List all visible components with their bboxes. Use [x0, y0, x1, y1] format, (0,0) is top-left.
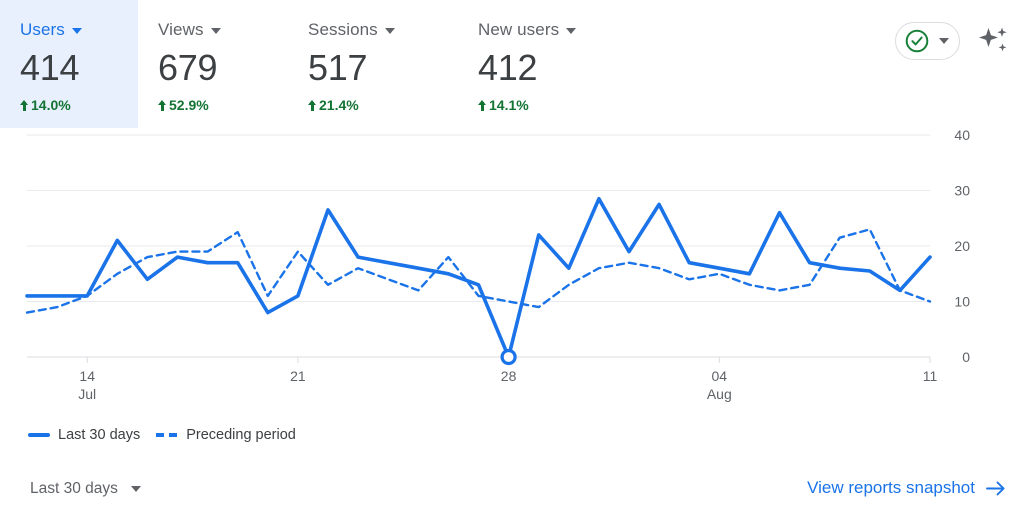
x-axis-tick-label-day: 28 [501, 368, 517, 384]
legend-label: Last 30 days [58, 427, 141, 443]
metric-card-sessions[interactable]: Sessions 517 21.4% [288, 0, 458, 128]
chevron-down-icon [71, 28, 82, 34]
trend-up-arrow-icon [158, 99, 167, 111]
view-reports-snapshot-label: View reports snapshot [807, 478, 975, 497]
y-axis-tick-label: 0 [962, 349, 970, 365]
metric-label: New users [478, 20, 560, 39]
metric-delta-value: 14.0% [31, 97, 71, 113]
data-quality-status-button[interactable] [895, 22, 960, 60]
chevron-down-icon [566, 28, 577, 34]
trend-up-arrow-icon [308, 99, 317, 111]
y-axis-tick-label: 20 [954, 238, 970, 254]
metric-delta: 52.9% [158, 96, 270, 114]
metric-label: Views [158, 20, 204, 39]
chart-series-preceding-period [25, 228, 932, 314]
chart-series-last-30-days [25, 197, 932, 359]
metric-delta-value: 52.9% [169, 97, 209, 113]
metric-label: Users [20, 20, 65, 39]
metric-delta: 14.1% [478, 96, 616, 114]
x-axis-tick-label-month: Jul [78, 386, 96, 402]
chevron-down-icon [939, 38, 949, 44]
y-axis-tick-label: 10 [954, 294, 970, 310]
x-axis-tick-label-day: 11 [923, 368, 938, 384]
metric-label: Sessions [308, 20, 378, 39]
check-circle-green-icon [904, 28, 930, 54]
analytics-overview-card: Users 414 14.0% Views 679 52.9% Sessions 517 21.… [0, 0, 1024, 513]
legend-swatch-solid-icon [28, 433, 50, 437]
chevron-down-icon [210, 28, 221, 34]
metric-title-row[interactable]: Sessions [308, 20, 440, 40]
chevron-down-icon [384, 28, 395, 34]
y-axis-tick-label: 40 [954, 128, 970, 143]
metric-delta-value: 21.4% [319, 97, 359, 113]
card-footer: Last 30 days View reports snapshot [0, 470, 1024, 513]
legend-label: Preceding period [186, 427, 296, 443]
metric-card-views[interactable]: Views 679 52.9% [138, 0, 288, 128]
top-right-controls [895, 22, 1010, 60]
trend-chart-svg: 0 10 20 30 40 14 Jul 21 28 04 Aug 11 [25, 128, 970, 402]
x-axis-tick-label-day: 04 [712, 368, 728, 384]
date-range-label: Last 30 days [30, 480, 118, 497]
x-axis-tick-label-day: 14 [79, 368, 95, 384]
chevron-down-icon [130, 486, 141, 492]
metric-card-new-users[interactable]: New users 412 14.1% [458, 0, 634, 128]
legend-item-solid[interactable]: Last 30 days [28, 427, 140, 443]
x-axis-tick-label-day: 21 [290, 368, 306, 384]
metric-cards-strip: Users 414 14.0% Views 679 52.9% Sessions 517 21.… [0, 0, 1024, 128]
date-range-selector[interactable]: Last 30 days [30, 480, 141, 498]
view-reports-snapshot-link[interactable]: View reports snapshot [807, 478, 1006, 498]
trend-up-arrow-icon [20, 99, 29, 111]
metric-card-users[interactable]: Users 414 14.0% [0, 0, 138, 128]
metric-title-row[interactable]: New users [478, 20, 616, 40]
metric-value: 679 [158, 47, 218, 88]
metric-value: 517 [308, 47, 368, 88]
metric-value: 412 [478, 47, 538, 88]
chart-legend: Last 30 days Preceding period [28, 427, 296, 443]
legend-swatch-dashed-icon [156, 433, 178, 437]
metric-delta: 21.4% [308, 96, 440, 114]
chart-data-point-marker[interactable] [500, 348, 517, 366]
metric-delta: 14.0% [20, 96, 120, 114]
metric-title-row[interactable]: Users [20, 20, 120, 40]
y-axis-tick-label: 30 [954, 183, 970, 199]
metric-value: 414 [20, 47, 80, 88]
arrow-right-icon [986, 480, 1006, 497]
trend-chart[interactable]: 0 10 20 30 40 14 Jul 21 28 04 Aug 11 [0, 128, 1024, 423]
metric-title-row[interactable]: Views [158, 20, 270, 40]
x-axis-tick-label-month: Aug [707, 386, 732, 402]
trend-up-arrow-icon [478, 99, 487, 111]
metric-delta-value: 14.1% [489, 97, 529, 113]
sparkle-icon[interactable] [976, 24, 1010, 58]
legend-item-dashed[interactable]: Preceding period [156, 427, 296, 443]
